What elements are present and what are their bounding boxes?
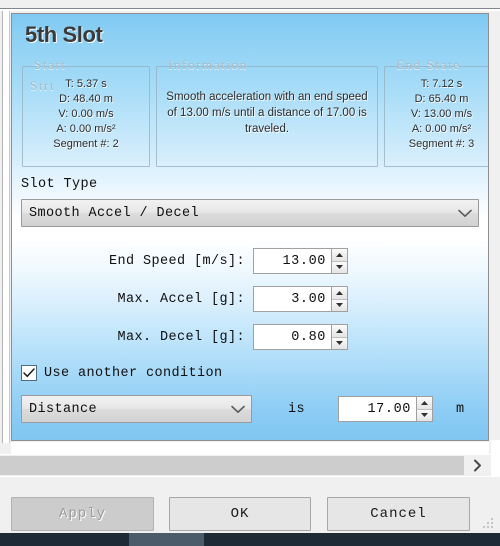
condition-is-label: is (288, 402, 306, 417)
horizontal-scrollbar[interactable] (0, 454, 491, 476)
spin-up-icon[interactable] (332, 325, 347, 338)
summary-groups-row: Start Strt T: 5.37 s D: 48.40 m V: 0.00 … (22, 57, 488, 167)
os-taskbar (0, 533, 500, 546)
checkbox-box[interactable] (21, 365, 37, 381)
information-group-legend: Information (164, 57, 252, 73)
start-time: T: 5.37 s (65, 78, 107, 90)
end-state-group: End State T: 7.12 s D: 65.40 m V: 13.00 … (384, 57, 488, 167)
information-group: Information Smooth acceleration with an … (156, 57, 378, 167)
condition-unit-label: m (456, 402, 465, 417)
scrollbar-right-gutter (491, 440, 500, 480)
end-speed-label: End Speed [m/s]: (108, 253, 245, 269)
slot-type-label: Slot Type (21, 177, 98, 192)
start-group-stats: T: 5.37 s D: 48.40 m V: 0.00 m/s A: 0.00… (23, 77, 149, 152)
start-acceleration: A: 0.00 m/s² (56, 123, 116, 135)
spin-down-icon[interactable] (417, 409, 432, 421)
start-group-legend: Start (30, 57, 71, 73)
slot-type-select[interactable]: Smooth Accel / Decel (21, 199, 479, 227)
end-speed-spin-buttons[interactable] (331, 248, 348, 274)
use-another-condition-label: Use another condition (44, 365, 223, 381)
taskbar-active-window[interactable] (129, 533, 204, 546)
max-decel-label: Max. Decel [g]: (117, 329, 245, 345)
spin-up-icon[interactable] (417, 397, 432, 410)
start-distance: D: 48.40 m (59, 93, 113, 105)
end-state-group-legend: End State (392, 57, 465, 73)
end-speed-stepper[interactable]: 13.00 (253, 248, 348, 274)
end-distance: D: 65.40 m (414, 93, 469, 105)
end-state-group-stats: T: 7.12 s D: 65.40 m V: 13.00 m/s A: 0.0… (385, 77, 488, 152)
end-segment-number: Segment #: 3 (408, 138, 475, 150)
information-text: Smooth acceleration with an end speed of… (166, 91, 368, 135)
chevron-down-icon (225, 405, 251, 414)
ok-button[interactable]: OK (169, 497, 311, 531)
window-top-highlight (0, 9, 500, 11)
max-accel-spin-buttons[interactable] (331, 286, 348, 312)
spin-down-icon[interactable] (332, 261, 347, 273)
end-velocity: V: 13.00 m/s (410, 108, 473, 120)
max-accel-row: Max. Accel [g]: 3.00 (21, 286, 348, 312)
slot-type-selected-value: Smooth Accel / Decel (29, 205, 200, 221)
use-another-condition-checkbox[interactable]: Use another condition (21, 363, 223, 383)
max-decel-row: Max. Decel [g]: 0.80 (21, 324, 348, 350)
end-speed-row: End Speed [m/s]: 13.00 (21, 248, 348, 274)
apply-button[interactable]: Apply (11, 497, 154, 531)
window-left-edge (0, 11, 10, 443)
start-group: Start Strt T: 5.37 s D: 48.40 m V: 0.00 … (22, 57, 150, 167)
spin-down-icon[interactable] (332, 299, 347, 311)
page-title: 5th Slot (25, 22, 103, 47)
end-acceleration: A: 0.00 m/s² (411, 123, 472, 135)
start-velocity: V: 0.00 m/s (58, 108, 114, 120)
horizontal-scrollbar-thumb[interactable] (0, 456, 464, 475)
max-accel-stepper[interactable]: 3.00 (253, 286, 348, 312)
spin-down-icon[interactable] (332, 337, 347, 349)
condition-type-selected-value: Distance (29, 401, 98, 417)
max-decel-spin-buttons[interactable] (331, 324, 348, 350)
end-speed-input[interactable]: 13.00 (253, 248, 331, 274)
start-segment-number: Segment #: 2 (53, 138, 119, 150)
cancel-button[interactable]: Cancel (327, 497, 470, 531)
condition-value-spin-buttons[interactable] (416, 396, 433, 422)
condition-value-input[interactable]: 17.00 (338, 396, 416, 422)
window-left-edge-inner (0, 11, 3, 443)
max-decel-stepper[interactable]: 0.80 (253, 324, 348, 350)
condition-type-select[interactable]: Distance (21, 395, 252, 423)
window-top-chrome (0, 0, 500, 9)
resize-grip-icon[interactable] (483, 518, 495, 530)
max-accel-label: Max. Accel [g]: (117, 291, 245, 307)
slot-settings-panel: 5th Slot Start Strt T: 5.37 s D: 48.40 m… (11, 13, 489, 441)
max-accel-input[interactable]: 3.00 (253, 286, 331, 312)
chevron-right-icon[interactable] (464, 456, 491, 475)
chevron-down-icon (452, 209, 478, 218)
end-time: T: 7.12 s (420, 78, 463, 90)
panel-bottom-gap (11, 442, 489, 454)
spin-up-icon[interactable] (332, 287, 347, 300)
condition-value-stepper[interactable]: 17.00 (338, 396, 433, 422)
check-icon (23, 368, 35, 378)
application-window: 5th Slot Start Strt T: 5.37 s D: 48.40 m… (0, 0, 500, 546)
max-decel-input[interactable]: 0.80 (253, 324, 331, 350)
spin-up-icon[interactable] (332, 249, 347, 262)
